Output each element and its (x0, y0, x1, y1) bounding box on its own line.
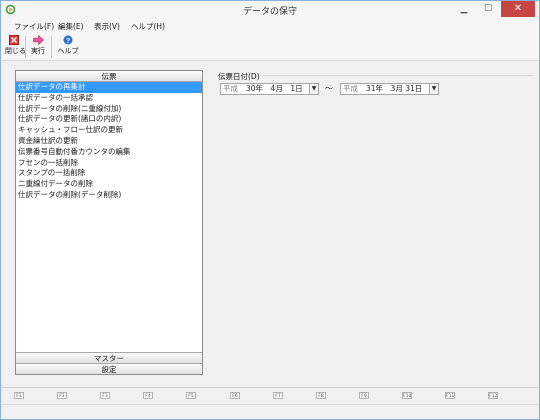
date-to-era: 平成 (343, 84, 358, 93)
date-range-separator: ～ (325, 84, 333, 93)
chevron-down-icon[interactable]: ▼ (309, 84, 318, 94)
panel-header-denpyo[interactable]: 伝票 (16, 71, 202, 82)
title-bar[interactable]: データの保守 ▁ ☐ ✕ (1, 1, 539, 19)
arrow-right-icon (32, 35, 44, 45)
date-from-era: 平成 (223, 84, 238, 93)
chevron-down-icon[interactable]: ▼ (429, 84, 438, 94)
minimize-button[interactable]: ▁ (453, 1, 475, 17)
toolbar: 閉じる 実行 ? ヘルプ (1, 33, 539, 61)
list-item[interactable]: 資金繰仕訳の更新 (16, 136, 202, 147)
task-panel: 伝票 仕訳データの再集計 仕訳データの一括承認 仕訳データの削除(二重線付加) … (15, 70, 203, 375)
date-from-picker[interactable]: 平成 30年 4月 1日 ▼ (220, 83, 319, 95)
toolbar-separator (51, 36, 52, 58)
menu-view[interactable]: 表示(V) (94, 21, 120, 32)
list-item[interactable]: 二重線付データの削除 (16, 179, 202, 190)
task-list: 仕訳データの再集計 仕訳データの一括承認 仕訳データの削除(二重線付加) 仕訳デ… (16, 82, 202, 201)
help-tool-label: ヘルプ (57, 47, 79, 55)
fkey-f8[interactable]: F8 (316, 392, 326, 399)
fkey-f6[interactable]: F6 (230, 392, 240, 399)
settings-section-button[interactable]: 設定 (16, 363, 202, 374)
list-item[interactable]: 伝票番号自動付番カウンタの編集 (16, 147, 202, 158)
list-item[interactable]: 仕訳データの削除(二重線付加) (16, 104, 202, 115)
date-to-value: 31年 3月 31日 (366, 84, 423, 93)
list-item[interactable]: 仕訳データの一括承認 (16, 93, 202, 104)
list-item[interactable]: フセンの一括削除 (16, 158, 202, 169)
fkey-f9[interactable]: F9 (359, 392, 369, 399)
toolbar-separator (25, 36, 26, 58)
menu-help[interactable]: ヘルプ(H) (131, 21, 165, 32)
date-from-value: 30年 4月 1日 (246, 84, 303, 93)
fkey-f7[interactable]: F7 (273, 392, 283, 399)
date-to-picker[interactable]: 平成 31年 3月 31日 ▼ (340, 83, 439, 95)
maximize-button[interactable]: ☐ (477, 1, 499, 17)
status-bar (1, 404, 539, 419)
fkey-f11[interactable]: F11 (445, 392, 455, 399)
menu-edit[interactable]: 編集(E) (58, 21, 84, 32)
fkey-f10[interactable]: F10 (402, 392, 412, 399)
fkey-f2[interactable]: F2 (57, 392, 67, 399)
list-item[interactable]: 仕訳データの更新(諸口の内訳) (16, 114, 202, 125)
function-key-bar: F1 F2 F3 F4 F5 F6 F7 F8 F9 F10 F11 F12 (1, 387, 539, 403)
close-tool-button[interactable]: 閉じる (5, 35, 26, 56)
svg-text:?: ? (66, 38, 70, 45)
list-item[interactable]: キャッシュ・フロー仕訳の更新 (16, 125, 202, 136)
list-item[interactable]: 仕訳データの再集計 (16, 82, 202, 93)
fkey-f5[interactable]: F5 (186, 392, 196, 399)
help-icon: ? (63, 35, 73, 45)
execute-tool-label: 実行 (31, 47, 45, 55)
fkey-f3[interactable]: F3 (100, 392, 110, 399)
close-icon (9, 35, 19, 45)
group-divider (263, 75, 533, 76)
fkey-f12[interactable]: F12 (488, 392, 498, 399)
menu-bar: ファイル(F) 編集(E) 表示(V) ヘルプ(H) (1, 19, 539, 33)
execute-tool-button[interactable]: 実行 (28, 35, 48, 56)
window-close-button[interactable]: ✕ (501, 1, 535, 17)
fkey-f4[interactable]: F4 (143, 392, 153, 399)
list-item[interactable]: スタンプの一括削除 (16, 168, 202, 179)
main-window: データの保守 ▁ ☐ ✕ ファイル(F) 編集(E) 表示(V) ヘルプ(H) … (0, 0, 540, 420)
master-section-button[interactable]: マスター (16, 352, 202, 363)
list-item[interactable]: 仕訳データの削除(データ削除) (16, 190, 202, 201)
fkey-f1[interactable]: F1 (14, 392, 24, 399)
date-range-label: 伝票日付(D) (218, 72, 260, 81)
menu-file[interactable]: ファイル(F) (14, 21, 54, 32)
close-tool-label: 閉じる (5, 47, 26, 55)
help-tool-button[interactable]: ? ヘルプ (54, 35, 82, 56)
